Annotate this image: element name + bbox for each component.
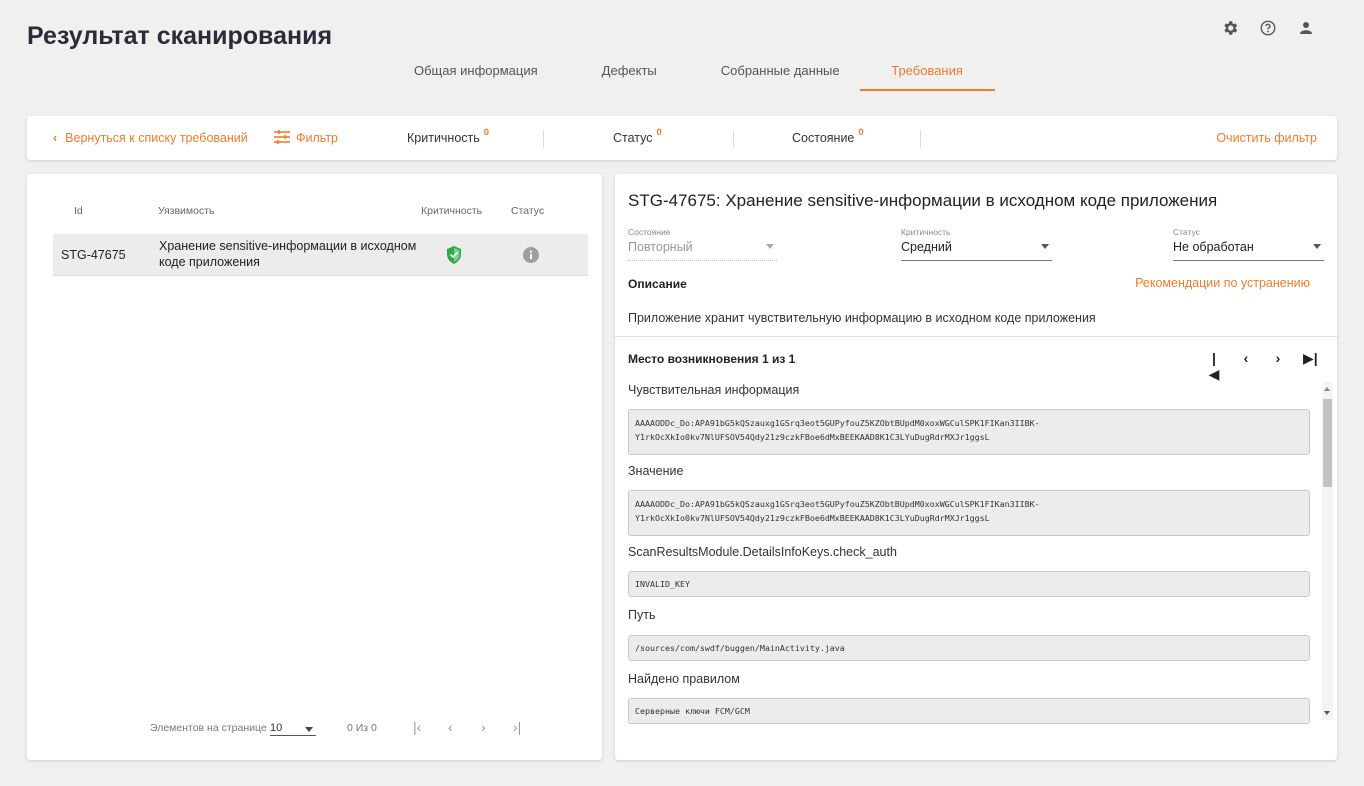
column-header-id[interactable]: Id xyxy=(74,205,83,217)
back-label: Вернуться к списку требований xyxy=(65,131,248,145)
criticality-select[interactable]: Критичность Средний xyxy=(901,227,1052,261)
detail-title: STG-47675: Хранение sensitive-информации… xyxy=(628,191,1218,210)
table-row[interactable]: STG-47675 Хранение sensitive-информации … xyxy=(53,234,588,276)
status-label: Статус xyxy=(1173,227,1200,237)
filter-button[interactable]: Фильтр xyxy=(274,116,338,160)
value-field: AAAAODDc_Do:APA91bG5kQSzauxg1GSrq3eot5GU… xyxy=(628,490,1310,536)
chevron-down-icon xyxy=(766,244,774,249)
items-per-page-label: Элементов на странице xyxy=(150,722,267,734)
tab-requirements[interactable]: Требования xyxy=(859,55,995,91)
value-line2: Y1rkOcXkIo0kv7NlUFSOV54Qdy21z9czkFBoe6dM… xyxy=(635,513,990,523)
last-page-icon[interactable]: ›| xyxy=(513,719,521,735)
status-filter[interactable]: Статус 0 xyxy=(613,116,662,160)
tab-collected-data[interactable]: Собранные данные xyxy=(701,55,860,91)
pagination: Элементов на странице 10 0 Из 0 |‹ ‹ › ›… xyxy=(27,719,602,739)
filter-bar: ‹ Вернуться к списку требований Фильтр К… xyxy=(27,116,1337,160)
first-page-icon[interactable]: |‹ xyxy=(413,719,421,735)
divider xyxy=(920,130,921,148)
occurrence-heading: Место возникновения 1 из 1 xyxy=(628,352,796,366)
path-label: Путь xyxy=(628,608,656,622)
gear-icon[interactable] xyxy=(1220,18,1240,38)
occurrence-details[interactable]: Чувствительная информация AAAAODDc_Do:AP… xyxy=(615,379,1323,760)
items-per-page-value: 10 xyxy=(270,722,283,734)
criticality-filter-count: 0 xyxy=(483,126,490,138)
help-icon[interactable] xyxy=(1258,18,1278,38)
recommendations-link[interactable]: Рекомендации по устранению xyxy=(1135,276,1310,290)
prev-page-icon[interactable]: ‹ xyxy=(448,719,453,735)
check-auth-label: ScanResultsModule.DetailsInfoKeys.check_… xyxy=(628,545,897,559)
chevron-down-icon xyxy=(1041,244,1049,249)
status-select[interactable]: Статус Не обработан xyxy=(1173,227,1324,261)
status-value: Не обработан xyxy=(1173,240,1254,254)
description-heading: Описание xyxy=(628,277,687,291)
state-select: Состояние Повторный xyxy=(628,227,777,261)
criticality-label: Критичность xyxy=(901,227,951,237)
state-label: Состояние xyxy=(628,227,671,237)
path-value: /sources/com/swdf/buggen/MainActivity.ja… xyxy=(628,635,1310,661)
sensitive-info-line2: Y1rkOcXkIo0kv7NlUFSOV54Qdy21z9czkFBoe6dM… xyxy=(635,432,990,442)
sensitive-info-label: Чувствительная информация xyxy=(628,383,800,397)
scrollbar-thumb[interactable] xyxy=(1323,399,1332,487)
scroll-up-icon[interactable] xyxy=(1324,387,1330,391)
column-header-vulnerability[interactable]: Уязвимость xyxy=(158,205,215,217)
filter-sliders-icon xyxy=(274,129,290,147)
row-vulnerability-line2: коде приложения xyxy=(159,255,260,269)
state-filter[interactable]: Состояние 0 xyxy=(792,116,864,160)
row-id: STG-47675 xyxy=(61,248,126,262)
page-title: Результат сканирования xyxy=(27,22,333,50)
sensitive-info-value: AAAAODDc_Do:APA91bG5kQSzauxg1GSrq3eot5GU… xyxy=(628,409,1310,455)
tab-general[interactable]: Общая информация xyxy=(394,55,558,91)
state-value: Повторный xyxy=(628,240,693,254)
state-filter-count: 0 xyxy=(858,126,864,138)
info-icon xyxy=(523,247,539,266)
row-vulnerability: Хранение sensitive-информации в исходном… xyxy=(159,238,416,270)
scroll-down-icon[interactable] xyxy=(1324,711,1330,715)
criticality-value: Средний xyxy=(901,240,952,254)
back-to-requirements-link[interactable]: ‹ Вернуться к списку требований xyxy=(53,116,248,160)
value-line1: AAAAODDc_Do:APA91bG5kQSzauxg1GSrq3eot5GU… xyxy=(635,499,1040,509)
sensitive-info-line1: AAAAODDc_Do:APA91bG5kQSzauxg1GSrq3eot5GU… xyxy=(635,418,1040,428)
description-text: Приложение хранит чувствительную информа… xyxy=(628,311,1096,325)
criticality-filter-label: Критичность xyxy=(407,131,480,145)
chevron-left-icon: ‹ xyxy=(53,131,58,145)
tab-defects[interactable]: Дефекты xyxy=(582,55,677,91)
chevron-down-icon xyxy=(1313,244,1321,249)
criticality-filter[interactable]: Критичность 0 xyxy=(407,116,489,160)
pagination-range: 0 Из 0 xyxy=(347,722,377,734)
clear-filter-button[interactable]: Очистить фильтр xyxy=(1216,116,1317,160)
row-vulnerability-line1: Хранение sensitive-информации в исходном xyxy=(159,239,417,253)
found-by-rule-label: Найдено правилом xyxy=(628,672,740,686)
chevron-down-icon xyxy=(305,727,313,732)
divider xyxy=(733,130,734,148)
details-scrollbar[interactable] xyxy=(1322,382,1333,720)
column-header-criticality[interactable]: Критичность xyxy=(421,205,482,217)
check-auth-value: INVALID_KEY xyxy=(628,571,1310,597)
status-filter-label: Статус xyxy=(613,131,653,145)
requirements-list-panel: Id Уязвимость Критичность Статус STG-476… xyxy=(27,174,602,760)
shield-check-icon xyxy=(446,246,462,267)
user-icon[interactable] xyxy=(1296,18,1316,38)
filter-label: Фильтр xyxy=(296,131,338,145)
state-filter-label: Состояние xyxy=(792,131,855,145)
next-page-icon[interactable]: › xyxy=(481,719,486,735)
divider xyxy=(615,336,1337,337)
value-label: Значение xyxy=(628,464,684,478)
column-header-status[interactable]: Статус xyxy=(511,205,544,217)
divider xyxy=(543,130,544,148)
tab-bar: Общая информация Дефекты Собранные данны… xyxy=(394,55,995,91)
found-by-rule-value: Серверные ключи FCM/GCM xyxy=(628,698,1310,724)
top-toolbar xyxy=(1220,18,1316,38)
requirement-detail-panel: STG-47675: Хранение sensitive-информации… xyxy=(615,174,1337,760)
status-filter-count: 0 xyxy=(656,126,662,138)
items-per-page-select[interactable]: 10 xyxy=(270,719,316,736)
